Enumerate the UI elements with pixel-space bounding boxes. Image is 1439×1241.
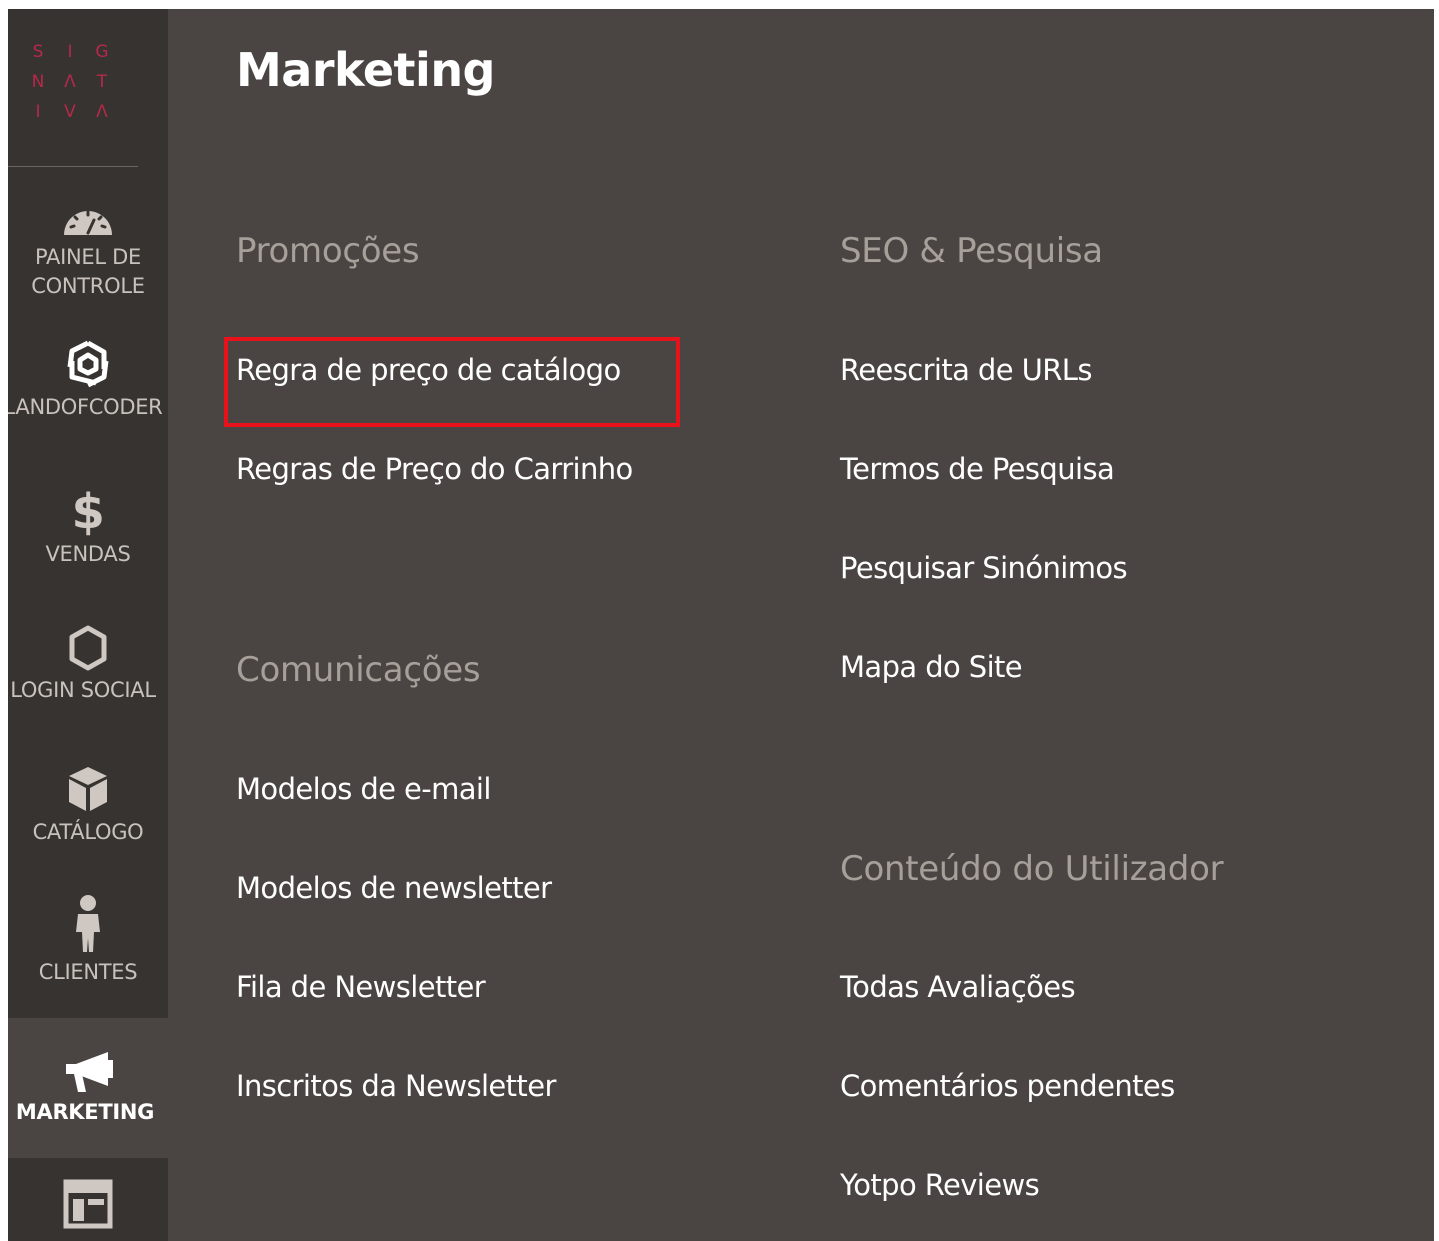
sidebar-item-clientes[interactable]: CLIENTES (8, 894, 168, 1004)
section-title-comunicacoes: Comunicações (236, 650, 481, 690)
menu-link-reescrita-urls[interactable]: Reescrita de URLs (840, 353, 1092, 387)
menu-link-regras-preco-carrinho[interactable]: Regras de Preço do Carrinho (236, 452, 633, 486)
logo-letter: Λ (64, 72, 76, 92)
menu-link-fila-newsletter[interactable]: Fila de Newsletter (236, 970, 486, 1004)
landofcoder-icon (67, 340, 109, 388)
sidebar-item-label: CATÁLOGO (32, 820, 144, 844)
logo-letter: I (35, 102, 41, 122)
sidebar-item-label: MARKETING (15, 1100, 155, 1124)
sidebar-item-catalogo[interactable]: CATÁLOGO (8, 764, 168, 864)
sidebar-item-marketing[interactable]: MARKETING (8, 1018, 168, 1158)
highlight-annotation-box (224, 337, 680, 427)
sidebar-item-label: CLIENTES (38, 960, 138, 984)
section-title-conteudo-utilizador: Conteúdo do Utilizador (840, 849, 1224, 889)
logo-letter: S (32, 42, 44, 62)
menu-link-comentarios-pendentes[interactable]: Comentários pendentes (840, 1069, 1175, 1103)
menu-link-inscritos-newsletter[interactable]: Inscritos da Newsletter (236, 1069, 556, 1103)
section-title-seo-pesquisa: SEO & Pesquisa (840, 231, 1103, 271)
menu-link-pesquisar-sinonimos[interactable]: Pesquisar Sinónimos (840, 551, 1128, 585)
sidebar-item-label: VENDAS (45, 542, 131, 566)
hexagon-icon (69, 625, 107, 671)
sidebar-item-login-social[interactable]: LOGIN SOCIAL (8, 624, 168, 724)
sidebar-item-dashboard[interactable]: PAINEL DE CONTROLE (8, 199, 168, 319)
admin-sidebar: S I G N Λ T I V Λ PAINEL DE CONTROLE LAN… (8, 9, 168, 1241)
logo-letter: I (67, 42, 73, 62)
sidebar-item-vendas[interactable]: $ VENDAS (8, 484, 168, 584)
page-title: Marketing (236, 43, 496, 97)
menu-link-yotpo-reviews[interactable]: Yotpo Reviews (840, 1168, 1040, 1202)
signativa-logo[interactable]: S I G N Λ T I V Λ (22, 37, 122, 127)
person-icon (76, 895, 100, 952)
logo-divider (8, 166, 138, 167)
sidebar-item-label: LANDOFCODER (8, 395, 163, 419)
logo-letter: G (95, 42, 109, 62)
logo-letter: T (96, 72, 108, 92)
logo-letter: V (64, 102, 76, 122)
logo-letter: N (31, 72, 45, 92)
menu-link-todas-avaliacoes[interactable]: Todas Avaliações (840, 970, 1076, 1004)
menu-link-modelos-email[interactable]: Modelos de e-mail (236, 772, 491, 806)
menu-link-termos-pesquisa[interactable]: Termos de Pesquisa (840, 452, 1115, 486)
layout-icon (63, 1179, 113, 1229)
svg-text:$: $ (71, 484, 104, 536)
sidebar-item-landofcoder[interactable]: LANDOFCODER (8, 339, 168, 439)
section-title-promocoes: Promoções (236, 231, 420, 271)
sidebar-item-label: PAINEL DE (35, 245, 141, 269)
admin-frame: S I G N Λ T I V Λ PAINEL DE CONTROLE LAN… (8, 9, 1434, 1241)
menu-link-mapa-site[interactable]: Mapa do Site (840, 650, 1023, 684)
sidebar-item-content[interactable] (8, 1179, 168, 1241)
sidebar-item-label: CONTROLE (31, 274, 145, 298)
megaphone-icon (66, 1052, 113, 1092)
dashboard-icon (64, 210, 112, 235)
menu-link-modelos-newsletter[interactable]: Modelos de newsletter (236, 871, 552, 905)
dollar-icon: $ (71, 484, 104, 536)
logo-letter: Λ (96, 102, 108, 122)
box-icon (69, 767, 107, 811)
sidebar-item-label: LOGIN SOCIAL (10, 678, 156, 702)
